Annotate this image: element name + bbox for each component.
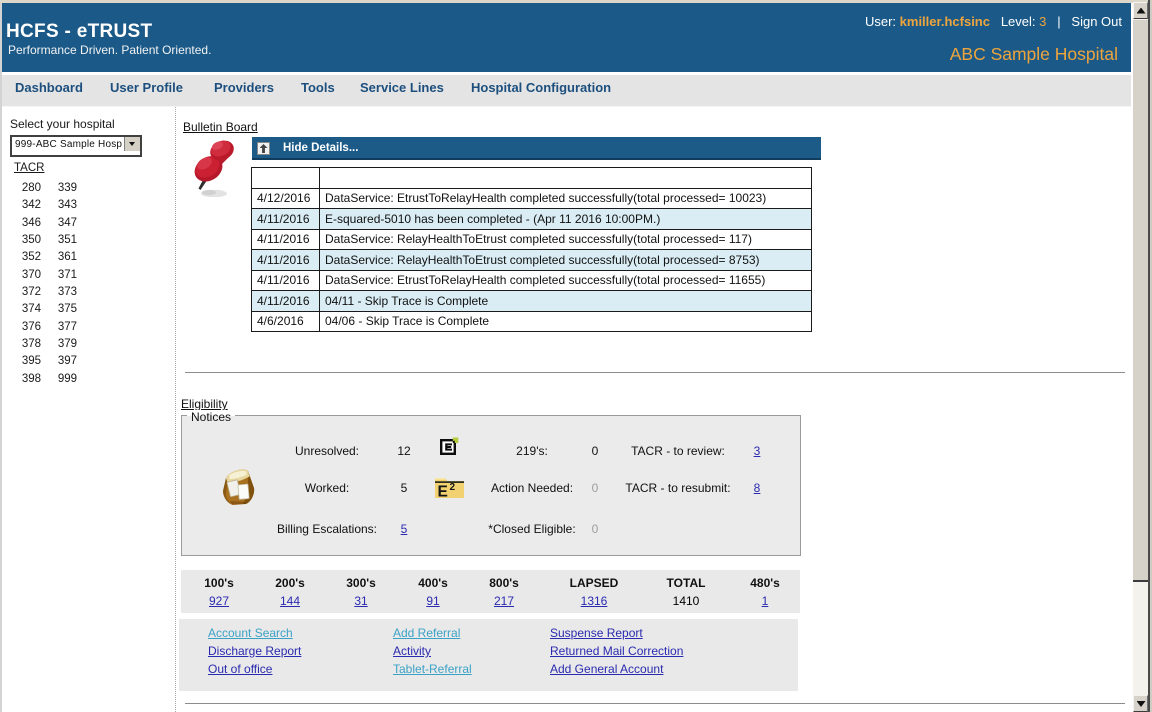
svg-text:E: E (438, 484, 448, 500)
svg-text:2: 2 (450, 482, 456, 493)
